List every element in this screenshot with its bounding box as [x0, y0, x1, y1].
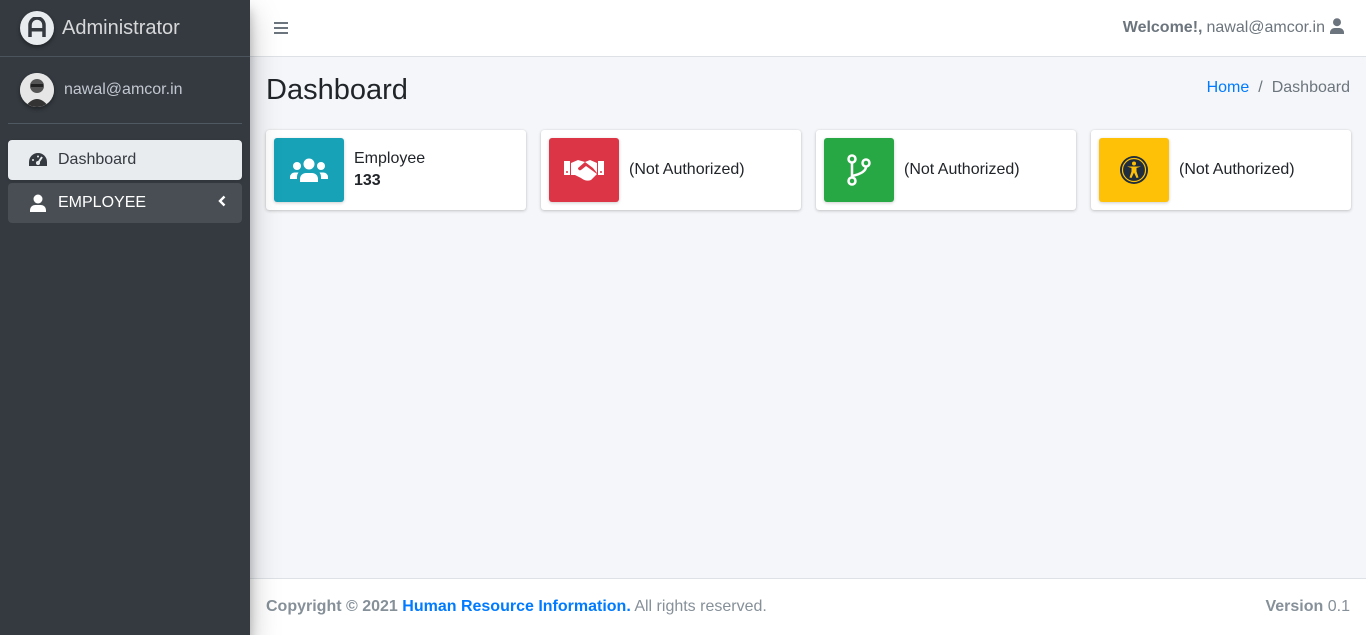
info-box-handshake[interactable]: (Not Authorized): [541, 130, 801, 210]
info-box-content: (Not Authorized): [1179, 161, 1295, 179]
users-icon: [274, 138, 344, 202]
footer-version-value: 0.1: [1327, 598, 1350, 615]
main-sidebar: Administrator nawal@amcor.in Dashboard E…: [0, 0, 250, 635]
info-box-branch[interactable]: (Not Authorized): [816, 130, 1076, 210]
page-title: Dashboard: [266, 74, 408, 106]
universal-access-icon: [1099, 138, 1169, 202]
breadcrumb-current: Dashboard: [1271, 79, 1350, 96]
sidebar-item-label: EMPLOYEE: [58, 194, 147, 211]
main-header: Welcome!, nawal@amcor.in: [250, 0, 1366, 57]
info-box-content: (Not Authorized): [629, 161, 745, 179]
content-wrapper: Dashboard Home / Dashboard Employee 133: [250, 57, 1366, 578]
footer-copyright-text: Copyright © 2021: [266, 598, 398, 615]
sidebar-item-label: Dashboard: [58, 151, 137, 168]
info-box-label: (Not Authorized): [629, 161, 745, 178]
info-box-number: 133: [354, 172, 381, 189]
footer-copyright: Copyright © 2021 Human Resource Informat…: [266, 598, 767, 616]
avatar: [20, 73, 54, 107]
footer-version: Version 0.1: [1265, 598, 1350, 616]
sidebar-item-employee[interactable]: EMPLOYEE: [8, 183, 242, 223]
handshake-icon: [549, 138, 619, 202]
user-icon: [26, 194, 50, 212]
user-panel-name: nawal@amcor.in: [64, 81, 183, 98]
info-box-content: (Not Authorized): [904, 161, 1020, 179]
sidebar-nav: Dashboard EMPLOYEE: [0, 140, 250, 223]
header-user-email: nawal@amcor.in: [1206, 19, 1325, 36]
info-box-label: (Not Authorized): [904, 161, 1020, 178]
logo-a-icon: [20, 11, 54, 45]
brand-link[interactable]: Administrator: [0, 0, 250, 57]
main-footer: Copyright © 2021 Human Resource Informat…: [250, 578, 1366, 635]
info-box-access[interactable]: (Not Authorized): [1091, 130, 1351, 210]
info-box-content: Employee 133: [354, 150, 425, 190]
user-panel[interactable]: nawal@amcor.in: [8, 57, 242, 124]
welcome-user[interactable]: Welcome!, nawal@amcor.in: [1122, 17, 1344, 39]
hamburger-menu-icon[interactable]: [274, 22, 288, 34]
info-box-row: Employee 133 (Not Authorized) (Not Autho…: [266, 130, 1351, 210]
footer-org-link[interactable]: Human Resource Information.: [402, 598, 630, 615]
info-box-label: Employee: [354, 150, 426, 167]
breadcrumb-separator: /: [1258, 79, 1263, 96]
welcome-label: Welcome!,: [1122, 19, 1203, 36]
user-icon: [1330, 17, 1344, 39]
footer-version-label: Version: [1265, 598, 1324, 615]
breadcrumb: Home / Dashboard: [1207, 79, 1350, 97]
brand-title: Administrator: [62, 16, 180, 39]
info-box-label: (Not Authorized): [1179, 161, 1295, 178]
breadcrumb-home-link[interactable]: Home: [1207, 79, 1250, 97]
code-branch-icon: [824, 138, 894, 202]
info-box-employee[interactable]: Employee 133: [266, 130, 526, 210]
footer-rights: All rights reserved.: [634, 598, 767, 615]
sidebar-item-dashboard[interactable]: Dashboard: [8, 140, 242, 180]
chevron-left-icon: [218, 194, 226, 212]
tachometer-icon: [26, 152, 50, 168]
